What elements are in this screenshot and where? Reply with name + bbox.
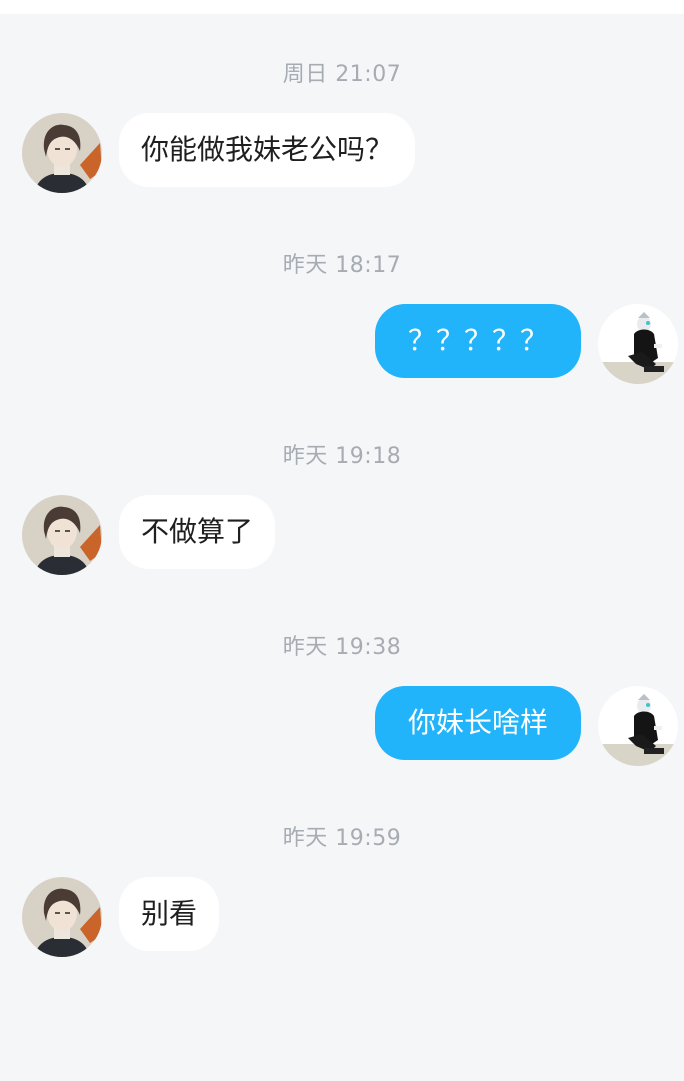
message-timestamp: 周日 21:07	[282, 62, 402, 87]
outgoing-message-bubble[interactable]: ？？？？？	[375, 304, 581, 378]
message-timestamp: 昨天 19:38	[282, 635, 402, 660]
top-bar-strip	[0, 0, 684, 14]
incoming-message-bubble[interactable]: 不做算了	[119, 495, 276, 569]
contact-avatar-icon[interactable]	[22, 877, 102, 957]
message-timestamp: 昨天 19:18	[282, 444, 402, 469]
message-timestamp: 昨天 18:17	[282, 253, 402, 278]
incoming-message-bubble[interactable]: 你能做我妹老公吗？	[119, 113, 416, 187]
contact-avatar-icon[interactable]	[22, 495, 102, 575]
message-timestamp: 昨天 19:59	[282, 826, 402, 851]
chat-thread[interactable]: 周日 21:07 你能做我妹老公吗？ 昨天 18:17 ？？？？？ 昨天 19:	[0, 14, 684, 1081]
outgoing-message-bubble[interactable]: 你妹长啥样	[375, 686, 581, 760]
self-avatar-icon[interactable]	[598, 686, 678, 766]
self-avatar-icon[interactable]	[598, 304, 678, 384]
incoming-message-bubble[interactable]: 别看	[119, 877, 220, 951]
contact-avatar-icon[interactable]	[22, 113, 102, 193]
